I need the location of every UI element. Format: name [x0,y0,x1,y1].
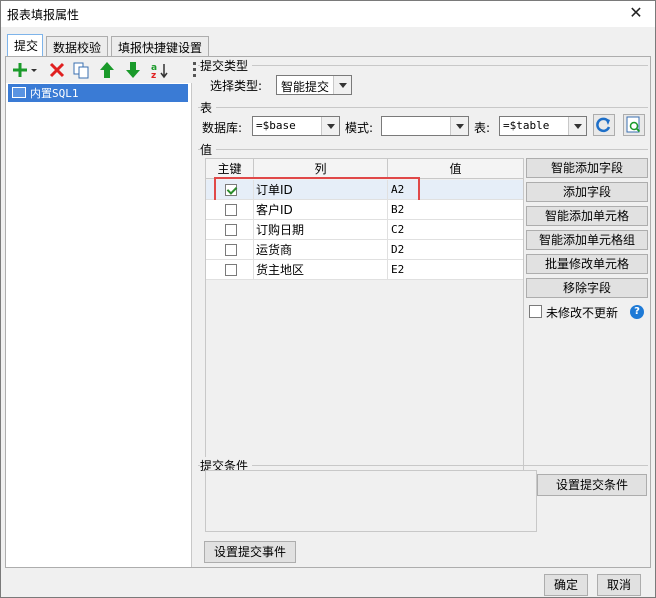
help-icon[interactable]: ? [630,305,644,319]
tree-item-sql1[interactable]: 内置SQL1 [8,84,188,102]
value-cell[interactable]: B2 [388,200,523,220]
column-cell[interactable]: 订购日期 [254,220,388,240]
submit-list-pane: az 内置SQL1 [6,57,192,567]
sort-icon[interactable]: az [150,61,170,81]
copy-icon[interactable] [72,61,92,79]
key-cell[interactable] [206,240,254,260]
submit-type-value: 智能提交 [281,80,330,94]
chevron-down-icon[interactable] [333,76,351,94]
refresh-button[interactable] [593,114,615,136]
submit-type-select[interactable]: 智能提交 [276,75,352,95]
table-row[interactable]: 订购日期 C2 [206,220,523,240]
header-value[interactable]: 值 [388,159,523,179]
smart-add-cell-group-button[interactable]: 智能添加单元格组 [526,230,648,250]
column-cell[interactable]: 客户ID [254,200,388,220]
chevron-down-icon[interactable] [450,117,468,135]
table-value: =$table [503,119,550,132]
database-label: 数据库: [202,121,243,135]
set-event-button[interactable]: 设置提交事件 [204,541,296,563]
table-select[interactable]: =$table [499,116,587,136]
splitter-grip[interactable] [193,62,196,65]
header-column[interactable]: 列 [254,159,388,179]
set-condition-button[interactable]: 设置提交条件 [537,474,647,496]
grid-header: 主键 列 值 [206,159,523,179]
column-cell[interactable]: 运货商 [254,240,388,260]
move-up-icon[interactable] [98,61,118,79]
select-type-label: 选择类型: [210,79,263,93]
smart-add-cell-button[interactable]: 智能添加单元格 [526,206,648,226]
table-row[interactable]: 货主地区 E2 [206,260,523,280]
key-cell[interactable] [206,200,254,220]
table-icon [12,87,26,98]
list-toolbar: az [6,57,192,83]
field-grid: 主键 列 值 订单ID A2 客户ID B2 订购日期 C2 运货商 D2 货主… [205,158,524,505]
column-cell[interactable]: 货主地区 [254,260,388,280]
preview-icon [626,116,641,133]
batch-edit-cell-button[interactable]: 批量修改单元格 [526,254,648,274]
tab-shortcut-settings[interactable]: 填报快捷键设置 [111,36,209,56]
ok-button[interactable]: 确定 [544,574,588,596]
tab-data-validation[interactable]: 数据校验 [46,36,108,56]
add-field-button[interactable]: 添加字段 [526,182,648,202]
dialog-title: 报表填报属性 [7,8,80,22]
table-label: 表: [474,121,491,135]
header-key[interactable]: 主键 [206,159,254,179]
divider [198,65,648,66]
no-update-checkbox[interactable] [529,305,542,318]
table-row[interactable]: 运货商 D2 [206,240,523,260]
key-cell[interactable] [206,220,254,240]
splitter-grip[interactable] [193,74,196,77]
close-button[interactable]: ✕ [627,4,645,22]
submit-type-group-label: 提交类型 [200,57,253,74]
move-down-icon[interactable] [124,61,144,79]
chevron-down-icon[interactable] [568,117,586,135]
value-cell[interactable]: C2 [388,220,523,240]
cancel-button[interactable]: 取消 [597,574,641,596]
dialog-window: 报表填报属性 ✕ 提交 数据校验 填报快捷键设置 a z 内置SQL1 提交类型… [0,0,656,598]
condition-display [205,470,537,532]
title-bar: 报表填报属性 ✕ [1,1,655,27]
table-group-label: 表 [200,99,217,116]
chevron-down-icon[interactable] [321,117,339,135]
key-cell[interactable] [206,260,254,280]
config-pane: 提交类型 选择类型: 智能提交 表 数据库: =$base 模式: 表: =$t… [198,57,650,567]
divider [198,107,648,108]
tab-panel: az 内置SQL1 提交类型 选择类型: 智能提交 表 数据库: =$base … [5,56,651,568]
divider [198,465,648,466]
add-icon[interactable] [12,61,37,79]
divider [198,149,648,150]
value-cell[interactable]: E2 [388,260,523,280]
no-update-label: 未修改不更新 [546,306,619,320]
key-checkbox[interactable] [225,264,237,276]
svg-text:z: z [151,71,156,79]
splitter-grip[interactable] [193,68,196,71]
table-row[interactable]: 客户ID B2 [206,200,523,220]
refresh-icon [596,117,611,133]
value-group-label: 值 [200,141,217,158]
preview-button[interactable] [623,114,645,136]
key-checkbox[interactable] [225,204,237,216]
key-checkbox[interactable] [225,244,237,256]
delete-icon[interactable] [48,61,68,79]
tab-submit[interactable]: 提交 [7,34,43,56]
value-cell[interactable]: D2 [388,240,523,260]
table-row[interactable]: 订单ID A2 [206,177,523,203]
schema-select[interactable] [381,116,469,136]
tree-item-label: 内置SQL1 [30,87,79,100]
smart-add-field-button[interactable]: 智能添加字段 [526,158,648,178]
remove-field-button[interactable]: 移除字段 [526,278,648,298]
database-select[interactable]: =$base [252,116,340,136]
database-value: =$base [256,119,296,132]
schema-label: 模式: [345,121,374,135]
key-checkbox[interactable] [225,224,237,236]
